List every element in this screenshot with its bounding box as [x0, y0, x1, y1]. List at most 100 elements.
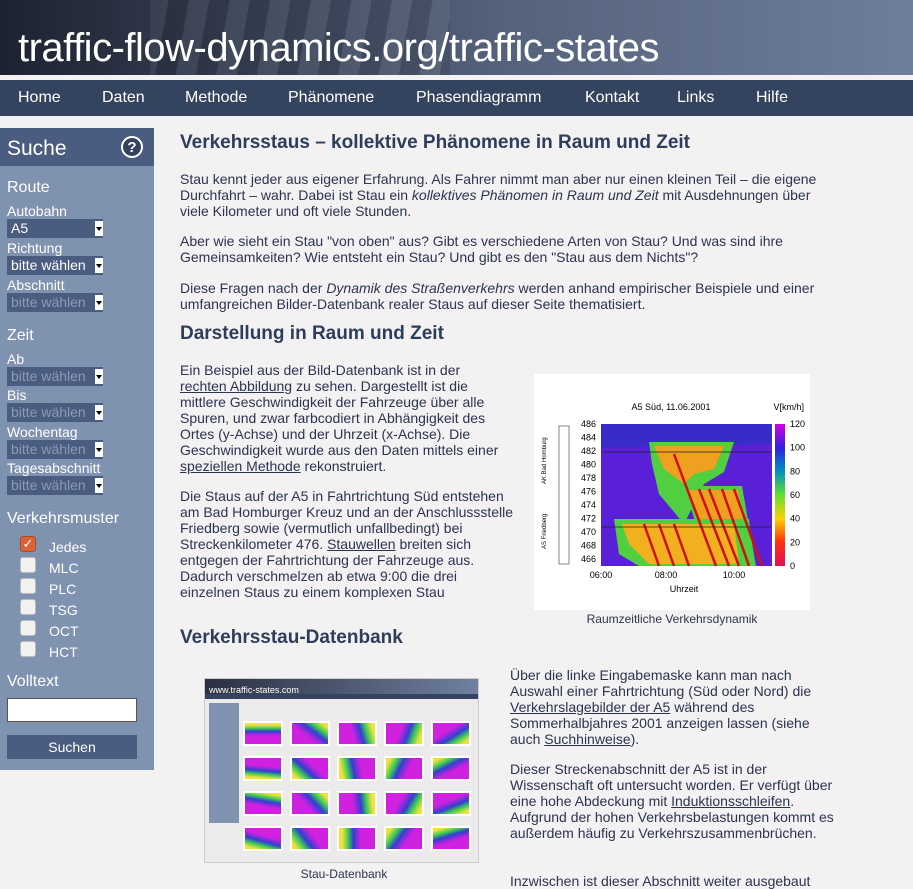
- thumbnail[interactable]: [431, 826, 471, 851]
- text: Ein Beispiel aus der Bild-Datenbank ist …: [180, 362, 461, 378]
- thumbnail[interactable]: [431, 791, 471, 816]
- figure-caption: Stau-Datenbank: [300, 867, 388, 881]
- checkbox-jedes[interactable]: ✓: [20, 536, 36, 552]
- thumbnail[interactable]: [290, 791, 330, 816]
- sidebar-title: Suche: [7, 137, 67, 160]
- help-icon[interactable]: ?: [121, 136, 143, 158]
- abschnitt-select[interactable]: bitte wählen: [7, 293, 103, 312]
- thumbnail[interactable]: [337, 826, 377, 851]
- database-paragraph: Über die linke Eingabemaske kann man nac…: [510, 667, 840, 747]
- thumbnail[interactable]: [243, 826, 283, 851]
- thumbnail[interactable]: [384, 756, 424, 781]
- checkbox-plc[interactable]: [20, 578, 36, 594]
- bis-select[interactable]: bitte wählen: [7, 403, 103, 422]
- link-rechte-abbildung[interactable]: rechten Abbildung: [180, 378, 292, 394]
- ab-select[interactable]: bitte wählen: [7, 367, 103, 386]
- tagesabschnitt-select[interactable]: bitte wählen: [7, 476, 103, 495]
- thumbnail[interactable]: [337, 791, 377, 816]
- colorbar-tick: 100: [790, 443, 805, 453]
- example-paragraph: Ein Beispiel aus der Bild-Datenbank ist …: [180, 362, 510, 474]
- side-label: AS Friedberg: [542, 514, 548, 549]
- x-tick: 06:00: [590, 570, 613, 580]
- y-tick: 468: [581, 541, 596, 551]
- richtung-value: bitte wählen: [11, 257, 86, 273]
- link-verkehrslagebilder[interactable]: Verkehrslagebilder der A5: [510, 699, 670, 715]
- volltext-label: Volltext: [7, 673, 59, 690]
- autobahn-label: Autobahn: [7, 203, 67, 219]
- colorbar-label: V[km/h]: [773, 402, 804, 412]
- thumbnail[interactable]: [384, 721, 424, 746]
- checkbox-hct[interactable]: [20, 641, 36, 657]
- page-title: Verkehrsstaus – kollektive Phänomene in …: [180, 132, 691, 153]
- nav-kontakt[interactable]: Kontakt: [585, 80, 639, 116]
- colorbar-tick: 120: [790, 419, 805, 429]
- nav-home[interactable]: Home: [18, 80, 61, 116]
- nav-links[interactable]: Links: [677, 80, 714, 116]
- thumb-sidebar: [209, 703, 239, 823]
- ab-value: bitte wählen: [11, 368, 86, 384]
- y-tick: 472: [581, 514, 596, 524]
- y-tick: 470: [581, 527, 596, 537]
- checkbox-label: HCT: [49, 644, 78, 660]
- link-stauwellen[interactable]: Stauwellen: [327, 536, 396, 552]
- thumbnail[interactable]: [290, 826, 330, 851]
- nav-phasendiagramm[interactable]: Phasendiagramm: [416, 80, 541, 116]
- link-induktionsschleifen[interactable]: Induktionsschleifen: [671, 793, 790, 809]
- checkbox-mlc[interactable]: [20, 557, 36, 573]
- site-title[interactable]: traffic-flow-dynamics.org/traffic-states: [18, 26, 659, 71]
- thumbnail[interactable]: [243, 756, 283, 781]
- thumbnail[interactable]: [243, 721, 283, 746]
- checkbox-tsg[interactable]: [20, 599, 36, 615]
- zeit-heading: Zeit: [7, 327, 34, 344]
- search-button[interactable]: Suchen: [7, 735, 137, 759]
- main-nav: Home Daten Methode Phänomene Phasendiagr…: [0, 80, 913, 116]
- figure-caption: Raumzeitliche Verkehrsdynamik: [586, 612, 758, 626]
- colorbar: [775, 424, 785, 566]
- thumbnail[interactable]: [431, 721, 471, 746]
- richtung-label: Richtung: [7, 240, 63, 256]
- tagesabschnitt-value: bitte wählen: [11, 477, 86, 493]
- autobahn-value: A5: [11, 220, 29, 236]
- nav-methode[interactable]: Methode: [185, 80, 247, 116]
- thumbnail[interactable]: [337, 756, 377, 781]
- link-suchhinweise[interactable]: Suchhinweise: [544, 731, 630, 747]
- thumbnail[interactable]: [290, 756, 330, 781]
- checkbox-label: PLC: [49, 581, 77, 597]
- chevron-down-icon: [95, 258, 103, 273]
- search-sidebar: Suche? Route Autobahn A5 Richtung bitte …: [0, 128, 154, 770]
- checkbox-label: MLC: [49, 560, 79, 576]
- checkbox-oct[interactable]: [20, 620, 36, 636]
- thumbnail[interactable]: [384, 826, 424, 851]
- thumbnail[interactable]: [337, 721, 377, 746]
- autobahn-select[interactable]: A5: [7, 219, 103, 238]
- colorbar-tick: 60: [790, 490, 800, 500]
- database-screenshot[interactable]: www.traffic-states.com: [204, 678, 479, 863]
- richtung-select[interactable]: bitte wählen: [7, 256, 103, 275]
- y-tick: 482: [581, 446, 596, 456]
- checkbox-label: OCT: [49, 623, 79, 639]
- thumbnail[interactable]: [243, 791, 283, 816]
- questions-paragraph: Aber wie sieht ein Stau "von oben" aus? …: [180, 233, 783, 265]
- thumbnail[interactable]: [290, 721, 330, 746]
- volltext-input[interactable]: [7, 698, 137, 722]
- abschnitt-label: Abschnitt: [7, 277, 65, 293]
- y-tick: 466: [581, 554, 596, 564]
- emphasis: Dynamik des Straßenverkehrs: [326, 280, 515, 296]
- thumbnail[interactable]: [384, 791, 424, 816]
- checkbox-label: TSG: [49, 602, 78, 618]
- text: Diese Fragen nach der: [180, 280, 327, 296]
- thumb-header: www.traffic-states.com: [205, 679, 478, 695]
- chart-title: A5 Süd, 11.06.2001: [632, 402, 711, 412]
- text: Über die linke Eingabemaske kann man nac…: [510, 667, 812, 699]
- wochentag-select[interactable]: bitte wählen: [7, 440, 103, 459]
- wochentag-label: Wochentag: [7, 424, 78, 440]
- nav-phaenomene[interactable]: Phänomene: [288, 80, 374, 116]
- bis-label: Bis: [7, 387, 27, 403]
- spacetime-figure[interactable]: A5 Süd, 11.06.2001 V[km/h] 466 468 470 472 4…: [534, 374, 810, 610]
- nav-hilfe[interactable]: Hilfe: [756, 80, 788, 116]
- nav-daten[interactable]: Daten: [102, 80, 145, 116]
- link-spezielle-methode[interactable]: speziellen Methode: [180, 458, 301, 474]
- chevron-down-icon: [95, 478, 103, 493]
- x-tick: 10:00: [723, 570, 746, 580]
- thumbnail[interactable]: [431, 756, 471, 781]
